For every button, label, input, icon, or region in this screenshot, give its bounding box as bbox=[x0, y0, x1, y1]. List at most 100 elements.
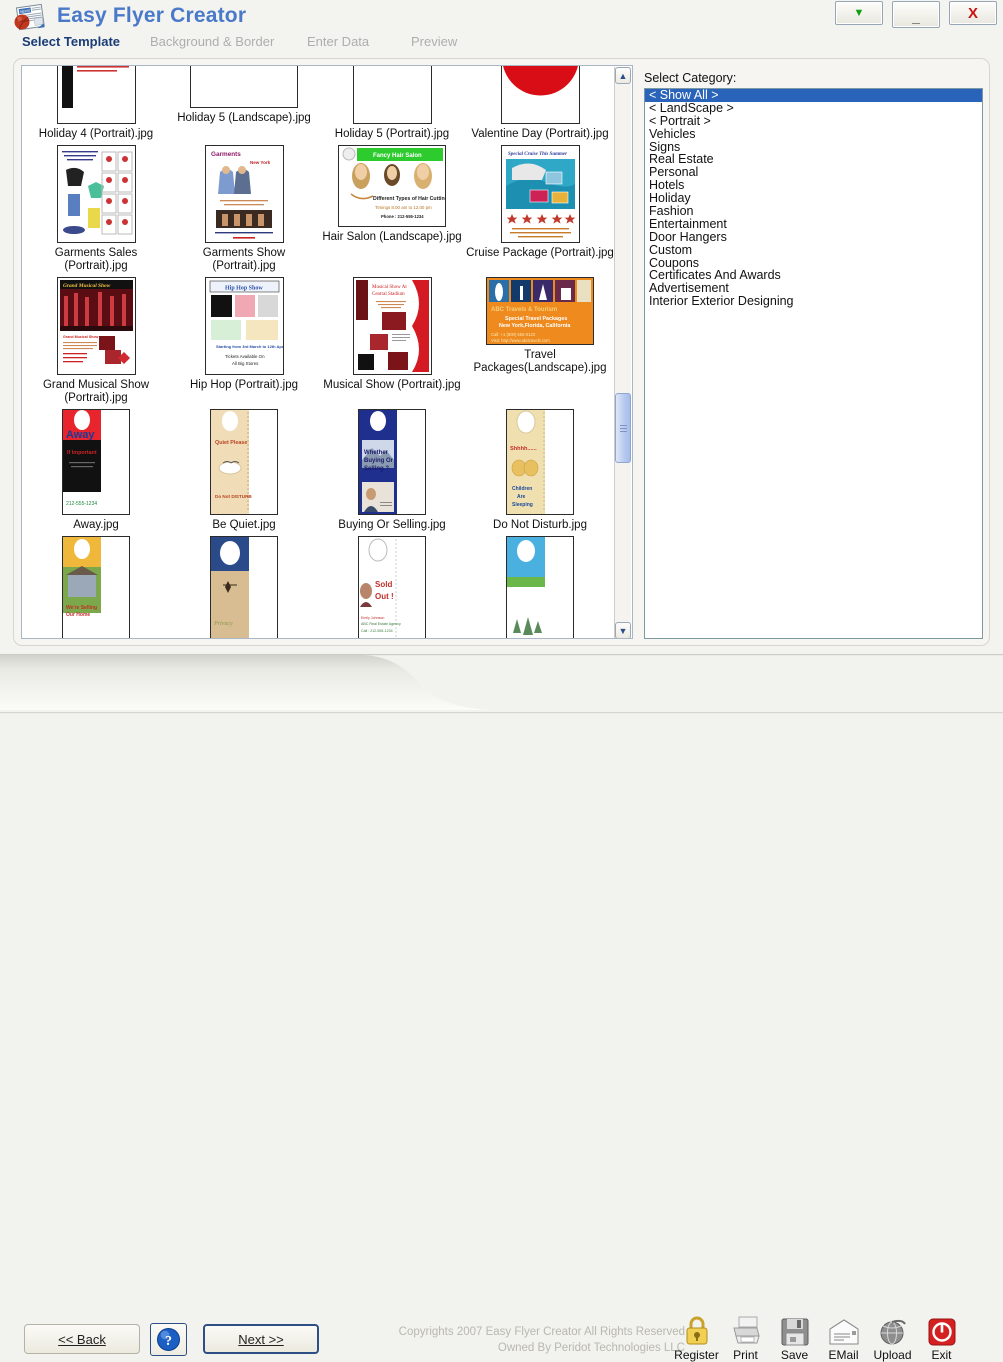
template-item[interactable]: Hip Hop Show Starting from 3rd March to … bbox=[170, 273, 318, 405]
template-item[interactable]: We're Selling Our Home bbox=[22, 532, 170, 638]
register-label: Register bbox=[674, 1348, 719, 1362]
copyright-line-2: Owned By Peridot Technologies LLC bbox=[497, 1342, 685, 1354]
template-thumbnail: Whether Buying Or Selling ? bbox=[358, 409, 426, 515]
template-thumbnail: Musical Show At Central Stadium bbox=[352, 277, 432, 375]
template-item[interactable]: Whether Buying Or Selling ? Buying Or Se… bbox=[318, 405, 466, 532]
category-item-holiday[interactable]: Holiday bbox=[645, 192, 982, 205]
minimize-button[interactable]: _ bbox=[892, 1, 940, 28]
category-listbox[interactable]: < Show All > < LandScape > < Portrait > … bbox=[644, 88, 983, 639]
template-thumbnail: Privacy bbox=[210, 536, 278, 638]
print-button[interactable]: Print bbox=[721, 1312, 770, 1362]
category-item-show-all[interactable]: < Show All > bbox=[645, 89, 982, 102]
thumbnail-row: Grand Musical Show Grand Musical Show Gr… bbox=[22, 273, 616, 405]
svg-text:Grand Musical Show: Grand Musical Show bbox=[63, 335, 99, 339]
window-controls: ▼ _ X bbox=[835, 1, 997, 28]
template-item[interactable]: Musical Show At Central Stadium Musical … bbox=[318, 273, 466, 405]
printer-icon bbox=[730, 1312, 762, 1346]
step-preview[interactable]: Preview bbox=[411, 34, 457, 49]
template-caption: Cruise Package (Portrait).jpg bbox=[466, 247, 614, 259]
footer-bar: << Back ? Next >> Copyrights 2007 Easy F… bbox=[0, 652, 1003, 1362]
dropdown-button[interactable]: ▼ bbox=[835, 1, 883, 25]
template-item[interactable]: Day Valentine Day (Portrait).jpg bbox=[466, 66, 614, 141]
template-item[interactable]: Quiet Please Do Not DISTURB Be Quiet.jpg bbox=[170, 405, 318, 532]
register-button[interactable]: Register bbox=[672, 1312, 721, 1362]
svg-text:Sleeping: Sleeping bbox=[512, 502, 533, 508]
template-item[interactable]: Fancy Hair Salon Different Types of Hair… bbox=[318, 141, 466, 273]
svg-text:Whether: Whether bbox=[364, 450, 389, 456]
template-thumbnail: Shhhh...... Children Are Sleeping bbox=[506, 409, 574, 515]
svg-text:Musical Show At: Musical Show At bbox=[372, 285, 407, 290]
svg-text:Special Cruise This Summer: Special Cruise This Summer bbox=[508, 152, 567, 157]
template-item[interactable]: Garments Sales (Portrait).jpg bbox=[22, 141, 170, 273]
category-item-fashion[interactable]: Fashion bbox=[645, 205, 982, 218]
back-button[interactable]: << Back bbox=[24, 1324, 140, 1354]
svg-text:Different Types of Hair Cuttin: Different Types of Hair Cutting bbox=[373, 196, 445, 202]
scrollbar-thumb[interactable] bbox=[615, 393, 631, 463]
thumbnail-scrollbar[interactable]: ▲ ▼ bbox=[614, 67, 631, 638]
template-item[interactable]: Holiday 5 (Landscape).jpg bbox=[170, 66, 318, 141]
svg-text:Visit: http://www.abctravels.c: Visit: http://www.abctravels.com bbox=[491, 338, 550, 343]
template-item[interactable]: Holiday 5 (Portrait).jpg bbox=[318, 66, 466, 141]
save-button[interactable]: Save bbox=[770, 1312, 819, 1362]
template-thumbnail: Grand Musical Show Grand Musical Show bbox=[56, 277, 136, 375]
category-item-portrait[interactable]: < Portrait > bbox=[645, 114, 982, 128]
template-caption: Garments Show (Portrait).jpg bbox=[202, 247, 286, 272]
step-enter-data[interactable]: Enter Data bbox=[307, 34, 369, 49]
chevron-down-icon: ▼ bbox=[853, 6, 865, 19]
template-item[interactable]: Privacy bbox=[170, 532, 318, 638]
svg-text:Grand Musical Show: Grand Musical Show bbox=[63, 283, 111, 289]
upload-label: Upload bbox=[873, 1348, 912, 1362]
close-button[interactable]: X bbox=[949, 1, 997, 25]
next-button[interactable]: Next >> bbox=[203, 1324, 319, 1354]
svg-text:Are: Are bbox=[517, 494, 526, 500]
template-item[interactable]: Away If Important 212-555-1234 Away.jpg bbox=[22, 405, 170, 532]
template-caption: Buying Or Selling.jpg bbox=[338, 519, 446, 531]
svg-text:Garments: Garments bbox=[211, 151, 241, 158]
category-item-landscape[interactable]: < LandScape > bbox=[645, 101, 982, 115]
template-caption: Away.jpg bbox=[73, 519, 119, 531]
template-item[interactable]: Sold Out ! Emily Johnson ABC Real Estate… bbox=[318, 532, 466, 638]
template-thumbnail: Day bbox=[500, 66, 580, 124]
template-thumbnail: Away If Important 212-555-1234 bbox=[62, 409, 130, 515]
scroll-down-button[interactable]: ▼ bbox=[615, 622, 631, 638]
template-item[interactable]: Shhhh...... Children Are Sleeping Do Not… bbox=[466, 405, 614, 532]
svg-text:Do Not DISTURB: Do Not DISTURB bbox=[215, 494, 252, 499]
template-item[interactable]: Special Cruise This Summer Cruise Packag… bbox=[466, 141, 614, 273]
svg-text:Buying Or: Buying Or bbox=[364, 458, 394, 464]
step-select-template[interactable]: Select Template bbox=[22, 34, 120, 49]
template-item[interactable]: Garments New York Garments Show (Portrai… bbox=[170, 141, 318, 273]
upload-button[interactable]: Upload bbox=[868, 1312, 917, 1362]
help-button[interactable]: ? bbox=[150, 1323, 187, 1356]
template-caption: Be Quiet.jpg bbox=[212, 519, 276, 531]
thumbnail-row: We're Selling Our Home Privacy Sold Out … bbox=[22, 532, 616, 638]
template-caption: Do Not Disturb.jpg bbox=[493, 519, 587, 531]
exit-button[interactable]: Exit bbox=[917, 1312, 966, 1362]
template-thumbnail bbox=[190, 66, 298, 108]
svg-text:Our Home: Our Home bbox=[66, 612, 90, 618]
template-item[interactable] bbox=[466, 532, 614, 638]
minimize-icon: _ bbox=[912, 9, 920, 25]
step-background-and-border[interactable]: Background & Border bbox=[150, 34, 274, 49]
template-caption: Holiday 5 (Portrait).jpg bbox=[334, 128, 450, 140]
category-item-custom[interactable]: Custom bbox=[645, 243, 982, 257]
category-item-interior-exterior-designing[interactable]: Interior Exterior Designing bbox=[645, 295, 982, 308]
lock-icon bbox=[684, 1312, 710, 1346]
thumbnail-scroll-content: Description Holiday 4 (Portrait).jpg bbox=[22, 66, 616, 638]
main-content-panel: Description Holiday 4 (Portrait).jpg bbox=[13, 58, 990, 646]
category-item-hotels[interactable]: Hotels bbox=[645, 179, 982, 192]
template-item[interactable]: ABC Travels & Tourism Special Travel Pac… bbox=[466, 273, 614, 405]
svg-text:New York,Florida, California: New York,Florida, California bbox=[499, 323, 571, 329]
email-button[interactable]: EMail bbox=[819, 1312, 868, 1362]
app-title: Easy Flyer Creator bbox=[57, 4, 247, 27]
svg-text:If Important: If Important bbox=[67, 450, 97, 456]
category-item-door-hangers[interactable]: Door Hangers bbox=[645, 230, 982, 244]
template-thumbnail-list[interactable]: Description Holiday 4 (Portrait).jpg bbox=[21, 65, 633, 639]
template-caption: Hip Hop (Portrait).jpg bbox=[189, 379, 298, 391]
template-item[interactable]: Grand Musical Show Grand Musical Show Gr… bbox=[22, 273, 170, 405]
scroll-up-button[interactable]: ▲ bbox=[615, 67, 631, 84]
category-item-vehicles[interactable]: Vehicles bbox=[645, 127, 982, 141]
category-item-personal[interactable]: Personal bbox=[645, 166, 982, 179]
svg-text:Privacy: Privacy bbox=[213, 621, 233, 627]
template-item[interactable]: Description Holiday 4 (Portrait).jpg bbox=[22, 66, 170, 141]
category-item-entertainment[interactable]: Entertainment bbox=[645, 218, 982, 231]
